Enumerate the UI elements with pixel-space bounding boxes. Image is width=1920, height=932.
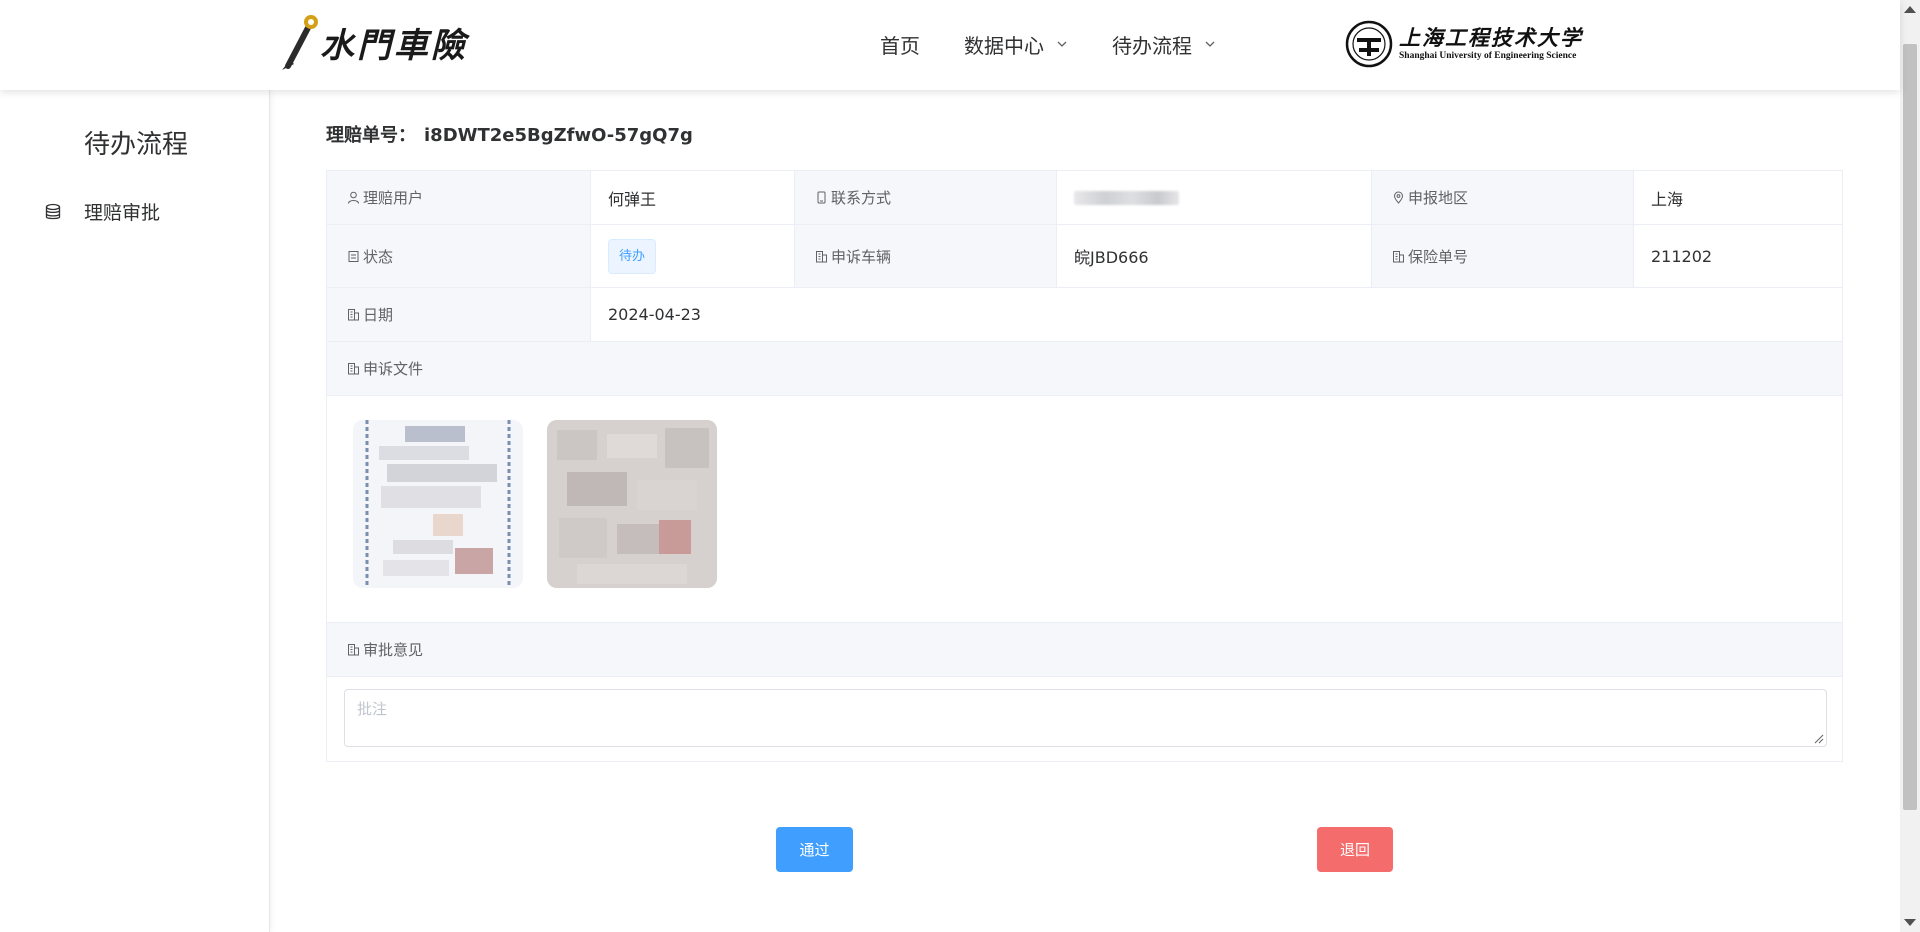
contact-value — [1057, 171, 1372, 224]
vehicle-value: 皖JBD666 — [1057, 225, 1372, 287]
university-name-en: Shanghai University of Engineering Scien… — [1399, 51, 1577, 61]
office-building-icon — [1393, 250, 1404, 262]
opinion-textarea[interactable]: 批注 — [344, 689, 1827, 747]
user-value: 何弹王 — [591, 171, 795, 224]
opinion-placeholder: 批注 — [357, 700, 388, 718]
details-row: 理赔用户 何弹王 联系方式 申报地区 上海 — [327, 171, 1842, 225]
nav-data-center[interactable]: 数据中心 — [964, 30, 1068, 59]
files-section-header: 申诉文件 — [327, 342, 1842, 396]
file-thumbnail[interactable] — [353, 420, 523, 588]
page-scrollbar[interactable] — [1900, 0, 1920, 932]
database-icon — [45, 203, 61, 219]
nav-todo-flow-label: 待办流程 — [1112, 33, 1192, 58]
office-building-icon — [348, 644, 359, 656]
details-row: 日期 2024-04-23 — [327, 288, 1842, 342]
scroll-down-arrow-icon[interactable] — [1904, 919, 1916, 926]
location-icon — [1393, 191, 1404, 204]
status-label: 状态 — [363, 247, 394, 266]
vehicle-label: 申诉车辆 — [831, 247, 892, 266]
sidebar: 待办流程 理赔审批 — [0, 90, 270, 932]
user-icon — [348, 191, 359, 204]
sidebar-item-label: 理赔审批 — [84, 202, 161, 224]
university-name-cn: 上海工程技术大学 — [1399, 25, 1583, 50]
claim-number: 理赔单号： i8DWT2e5BgZfwO-57gQ7g — [326, 121, 693, 147]
files-label: 申诉文件 — [363, 360, 424, 378]
status-value-cell: 待办 — [591, 225, 795, 287]
nav-home[interactable]: 首页 — [880, 30, 920, 59]
date-value: 2024-04-23 — [608, 305, 701, 324]
region-label-cell: 申报地区 — [1372, 171, 1634, 224]
opinion-box: 批注 — [327, 677, 1842, 761]
approve-button[interactable]: 通过 — [776, 827, 853, 872]
status-badge: 待办 — [608, 238, 657, 274]
user-label: 理赔用户 — [363, 189, 424, 207]
office-building-icon — [816, 250, 827, 262]
chevron-down-icon — [1205, 41, 1215, 47]
contact-label: 联系方式 — [831, 189, 892, 207]
sidebar-item-claim-approval[interactable]: 理赔审批 — [44, 198, 160, 225]
claim-number-label: 理赔单号： — [326, 125, 416, 146]
nav-home-label: 首页 — [880, 33, 920, 58]
sidebar-title: 待办流程 — [84, 130, 189, 160]
university-logo: 上海工程技术大学 Shanghai University of Engineer… — [1345, 20, 1583, 68]
brand-logo[interactable]: 水門車險 — [280, 12, 468, 72]
opinion-section-header: 审批意见 — [327, 623, 1842, 677]
contact-label-cell: 联系方式 — [795, 171, 1057, 224]
top-header: 水門車險 首页 数据中心 待办流程 上海工程技术大学 Shanghai Univ… — [0, 0, 1900, 90]
mobile-phone-icon — [817, 191, 826, 204]
details-row: 状态 待办 申诉车辆 皖JBD666 保险单号 211202 — [327, 225, 1842, 288]
office-building-icon — [348, 363, 359, 375]
brush-icon — [282, 15, 318, 70]
chevron-down-icon — [1057, 41, 1067, 47]
resize-handle-icon[interactable] — [1814, 734, 1824, 744]
file-thumbnail[interactable] — [547, 420, 717, 588]
policy-value: 211202 — [1651, 246, 1713, 266]
user-label-cell: 理赔用户 — [327, 171, 591, 224]
region-value: 上海 — [1651, 189, 1684, 209]
date-label-cell: 日期 — [327, 288, 591, 341]
nav-todo-flow[interactable]: 待办流程 — [1112, 30, 1216, 59]
university-seal-icon — [1345, 20, 1393, 68]
redacted-phone — [1074, 190, 1179, 205]
vehicle-label-cell: 申诉车辆 — [795, 225, 1057, 287]
main-nav: 首页 数据中心 待办流程 — [880, 26, 1260, 62]
claim-number-value: i8DWT2e5BgZfwO-57gQ7g — [424, 125, 693, 146]
claim-details-table: 理赔用户 何弹王 联系方式 申报地区 上海 状态 待办 申诉车辆 皖JBD666 — [326, 170, 1843, 762]
region-label: 申报地区 — [1408, 189, 1469, 207]
date-label: 日期 — [363, 306, 394, 324]
files-gallery — [327, 396, 1842, 623]
opinion-label: 审批意见 — [363, 641, 424, 659]
nav-data-center-label: 数据中心 — [964, 33, 1044, 58]
reject-button[interactable]: 退回 — [1317, 827, 1393, 872]
policy-label: 保险单号 — [1408, 247, 1469, 266]
policy-label-cell: 保险单号 — [1372, 225, 1634, 287]
status-label-cell: 状态 — [327, 225, 591, 287]
scroll-up-arrow-icon[interactable] — [1904, 6, 1916, 13]
tickets-icon — [348, 250, 359, 262]
scrollbar-thumb[interactable] — [1903, 44, 1917, 810]
logo-text: 水門車險 — [320, 25, 468, 66]
office-building-icon — [348, 309, 359, 321]
